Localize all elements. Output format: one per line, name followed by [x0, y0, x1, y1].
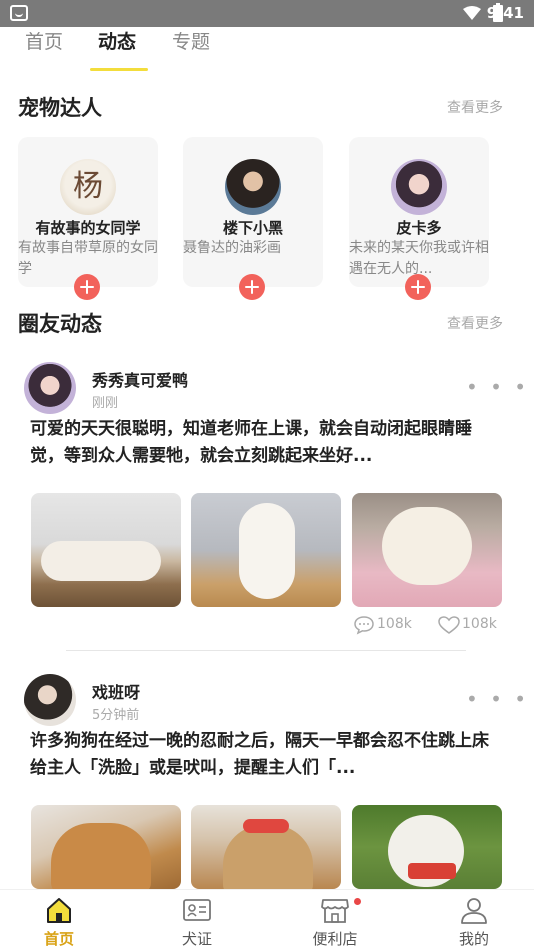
comment-count: 108k [377, 616, 412, 632]
nav-label: 首页 [43, 930, 74, 948]
more-options-icon[interactable]: • • • [466, 689, 529, 709]
post-photo[interactable] [191, 493, 341, 607]
expert-card[interactable]: 皮卡多 未来的某天你我或许相遇在无人的... [349, 137, 489, 300]
red-bow [243, 819, 289, 833]
nav-label: 犬证 [181, 930, 212, 948]
dog-shape [382, 507, 472, 585]
heart-icon[interactable] [437, 615, 461, 635]
nav-item-profile[interactable]: 我的 [419, 890, 529, 949]
post-text[interactable]: 可爱的天天很聪明，知道老师在上课，就会自动闭起眼睛睡觉，等到众人需要牠，就会立刻… [30, 416, 500, 470]
post-photo[interactable] [191, 805, 341, 889]
nav-label: 便利店 [312, 930, 358, 948]
post-photo[interactable] [31, 805, 181, 889]
expert-card[interactable]: 杨 有故事的女同学 有故事自带草原的女同学 [18, 137, 158, 300]
feed-section-title: 圈友动态 [18, 312, 102, 336]
store-badge-dot [354, 898, 361, 905]
more-options-icon[interactable]: • • • [466, 377, 529, 397]
follow-button[interactable] [405, 274, 431, 300]
wifi-icon [463, 6, 481, 20]
id-card-icon [183, 899, 211, 921]
post-timestamp: 5分钟前 [92, 708, 140, 723]
expert-name: 楼下小黑 [222, 219, 283, 237]
post-text[interactable]: 许多狗狗在经过一晚的忍耐之后，隔天一早都会忍不住跳上床给主人「洗脸」或是吠叫，提… [30, 728, 500, 782]
dog-shape [223, 825, 313, 889]
dog-shape [239, 503, 295, 599]
tab-topics[interactable]: 专题 [172, 27, 210, 54]
dog-shape [51, 823, 151, 889]
top-tabs: 首页 动态 专题 [0, 27, 534, 72]
post-avatar[interactable] [24, 362, 76, 414]
bottom-navigation: 首页 犬证 便利店 我的 [0, 889, 534, 949]
nav-item-dog-license[interactable]: 犬证 [142, 890, 252, 949]
home-icon [47, 898, 71, 923]
post-avatar[interactable] [24, 674, 76, 726]
tab-home[interactable]: 首页 [25, 27, 63, 54]
like-count: 108k [462, 616, 497, 632]
expert-card[interactable]: 楼下小黑 聂鲁达的油彩画 [183, 137, 323, 300]
notification-app-icon [10, 5, 28, 21]
tab-feed[interactable]: 动态 [98, 27, 136, 54]
dog-shape [41, 541, 161, 581]
experts-see-more-link[interactable]: 查看更多 [447, 97, 503, 117]
comment-icon[interactable] [353, 615, 375, 635]
avatar-calligraphy: 杨 [73, 169, 103, 204]
status-time: 9:41 [486, 4, 524, 22]
feed-see-more-link[interactable]: 查看更多 [447, 313, 503, 333]
expert-name: 皮卡多 [396, 219, 442, 237]
active-tab-indicator [90, 68, 148, 71]
experts-section-title: 宠物达人 [18, 96, 102, 120]
status-bar: 9:41 [0, 0, 534, 27]
post-photo[interactable] [31, 493, 181, 607]
expert-name: 有故事的女同学 [35, 219, 141, 237]
user-icon [461, 898, 487, 924]
expert-avatar[interactable] [225, 159, 281, 215]
post-timestamp: 刚刚 [92, 396, 119, 411]
dog-costume [408, 863, 456, 879]
nav-item-home[interactable]: 首页 [4, 890, 114, 949]
nav-item-store[interactable]: 便利店 [280, 890, 390, 949]
post-username[interactable]: 戏班呀 [92, 679, 140, 703]
follow-button[interactable] [74, 274, 100, 300]
store-icon [321, 899, 349, 923]
post-divider [66, 650, 466, 651]
expert-avatar[interactable]: 杨 [60, 159, 116, 215]
expert-avatar[interactable] [391, 159, 447, 215]
follow-button[interactable] [239, 274, 265, 300]
post-username[interactable]: 秀秀真可爱鸭 [92, 367, 188, 391]
nav-label: 我的 [458, 930, 489, 948]
post-photo[interactable] [352, 493, 502, 607]
post-photo[interactable] [352, 805, 502, 889]
